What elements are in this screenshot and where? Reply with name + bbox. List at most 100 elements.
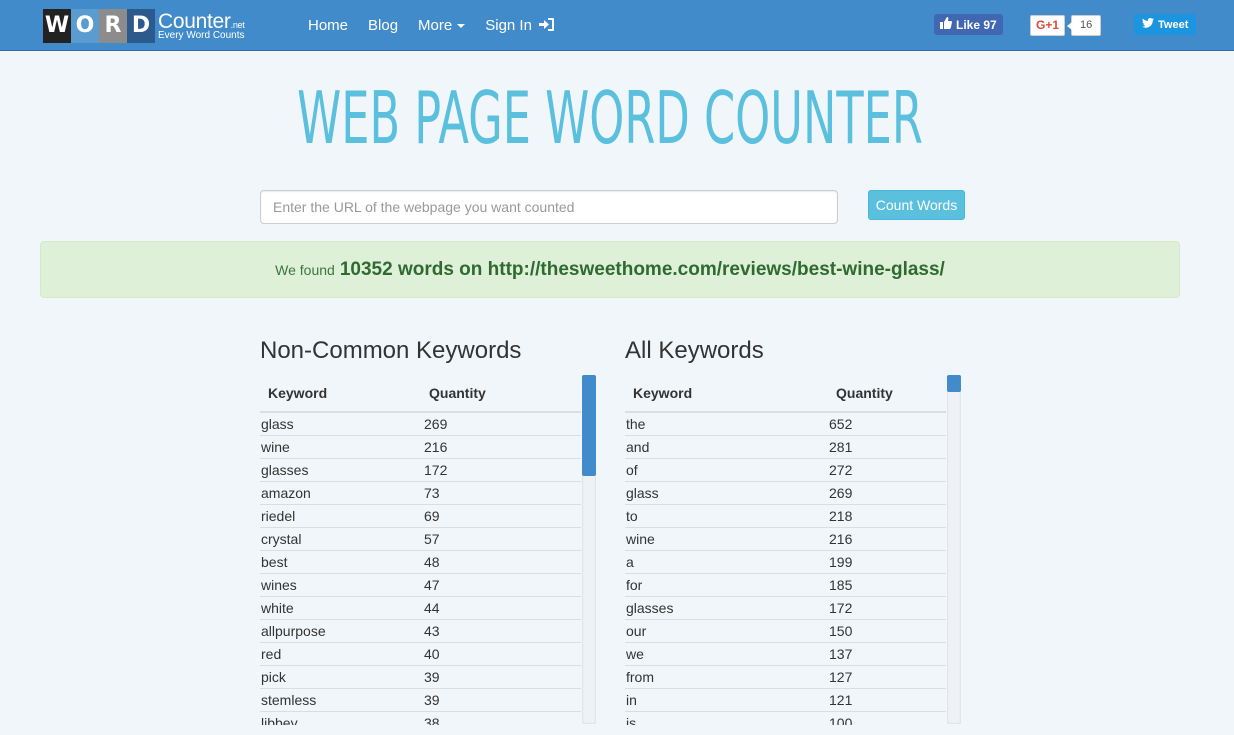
tweet-button[interactable]: Tweet bbox=[1134, 14, 1197, 35]
quantity-cell: 38 bbox=[423, 710, 581, 725]
all-keywords-table: Keyword Quantity the 652 and 281 of 272 glass 2… bbox=[625, 375, 946, 725]
scrollbar-thumb[interactable] bbox=[947, 375, 961, 392]
nav-home-label: Home bbox=[308, 17, 349, 34]
keyword-cell: pick bbox=[260, 664, 423, 688]
quantity-cell: 172 bbox=[828, 595, 946, 619]
table-row: glass 269 bbox=[625, 480, 946, 504]
column-header-quantity[interactable]: Quantity bbox=[423, 375, 581, 413]
table-row: is 100 bbox=[625, 710, 946, 725]
scrollbar[interactable] bbox=[582, 375, 596, 724]
facebook-like-button[interactable]: Like 97 bbox=[934, 14, 1003, 35]
keyword-cell: wine bbox=[260, 434, 423, 458]
non-common-keywords-scroll-area[interactable]: Keyword Quantity glass 269 wine 216 glasses 1… bbox=[260, 375, 596, 725]
facebook-like-label: Like 97 bbox=[956, 17, 997, 32]
logo-tld: .net bbox=[230, 19, 245, 30]
keyword-cell: allpurpose bbox=[260, 618, 423, 642]
keyword-cell: glass bbox=[260, 411, 423, 435]
logo-letter: D bbox=[127, 8, 155, 43]
google-plus-button[interactable]: G+1 16 bbox=[1030, 14, 1102, 36]
sign-in-icon bbox=[538, 17, 554, 34]
nav-home[interactable]: Home bbox=[308, 17, 348, 34]
table-row: and 281 bbox=[625, 434, 946, 458]
quantity-cell: 39 bbox=[423, 664, 581, 688]
non-common-keywords-panel: Non-Common Keywords Keyword Quantity gla… bbox=[260, 335, 596, 725]
keyword-cell: red bbox=[260, 641, 423, 665]
table-row: white 44 bbox=[260, 595, 581, 619]
nav-more-label: More bbox=[418, 17, 453, 34]
scrollbar[interactable] bbox=[947, 375, 961, 724]
keyword-cell: a bbox=[625, 549, 828, 573]
table-row: to 218 bbox=[625, 503, 946, 527]
logo-letter: W bbox=[43, 8, 71, 43]
keyword-cell: and bbox=[625, 434, 828, 458]
logo[interactable]: W O R D Counter.net Every Word Counts bbox=[43, 8, 245, 43]
table-header-row: Keyword Quantity bbox=[625, 375, 946, 413]
keyword-cell: wines bbox=[260, 572, 423, 596]
quantity-cell: 100 bbox=[828, 710, 946, 725]
quantity-cell: 216 bbox=[828, 526, 946, 550]
logo-tagline: Every Word Counts bbox=[158, 29, 245, 41]
keyword-cell: the bbox=[625, 411, 828, 435]
table-row: crystal 57 bbox=[260, 526, 581, 550]
keyword-cell: riedel bbox=[260, 503, 423, 527]
keyword-cell: crystal bbox=[260, 526, 423, 550]
google-plus-label: G+1 bbox=[1030, 14, 1066, 36]
result-alert: We found 10352 words on http://thesweeth… bbox=[40, 241, 1180, 298]
keyword-cell: to bbox=[625, 503, 828, 527]
keyword-cell: stemless bbox=[260, 687, 423, 711]
non-common-keywords-heading: Non-Common Keywords bbox=[260, 337, 522, 364]
keyword-cell: we bbox=[625, 641, 828, 665]
thumbs-up-icon bbox=[940, 17, 953, 32]
quantity-cell: 281 bbox=[828, 434, 946, 458]
table-row: the 652 bbox=[625, 411, 946, 435]
url-input[interactable] bbox=[260, 190, 838, 224]
quantity-cell: 121 bbox=[828, 687, 946, 711]
quantity-cell: 43 bbox=[423, 618, 581, 642]
table-row: libbey 38 bbox=[260, 710, 581, 725]
nav-sign-in-label: Sign In bbox=[485, 17, 532, 34]
table-row: red 40 bbox=[260, 641, 581, 665]
table-row: glass 269 bbox=[260, 411, 581, 435]
table-row: stemless 39 bbox=[260, 687, 581, 711]
table-row: in 121 bbox=[625, 687, 946, 711]
table-row: for 185 bbox=[625, 572, 946, 596]
nav-blog[interactable]: Blog bbox=[368, 17, 398, 34]
all-keywords-panel: All Keywords Keyword Quantity the 652 and 2… bbox=[625, 335, 961, 725]
table-row: a 199 bbox=[625, 549, 946, 573]
column-header-quantity[interactable]: Quantity bbox=[828, 375, 946, 413]
all-keywords-heading: All Keywords bbox=[625, 337, 764, 364]
table-row: best 48 bbox=[260, 549, 581, 573]
keyword-cell: glasses bbox=[625, 595, 828, 619]
nav-sign-in[interactable]: Sign In bbox=[485, 17, 554, 34]
table-row: wines 47 bbox=[260, 572, 581, 596]
keyword-cell: white bbox=[260, 595, 423, 619]
quantity-cell: 272 bbox=[828, 457, 946, 481]
logo-letter: R bbox=[99, 8, 127, 43]
scrollbar-thumb[interactable] bbox=[582, 375, 596, 476]
non-common-keywords-table: Keyword Quantity glass 269 wine 216 glasses 1… bbox=[260, 375, 581, 725]
keyword-cell: amazon bbox=[260, 480, 423, 504]
nav-blog-label: Blog bbox=[368, 17, 399, 34]
table-row: from 127 bbox=[625, 664, 946, 688]
table-row: glasses 172 bbox=[625, 595, 946, 619]
column-header-keyword[interactable]: Keyword bbox=[260, 375, 423, 413]
result-summary: 10352 words on http://thesweethome.com/r… bbox=[339, 258, 945, 280]
column-header-keyword[interactable]: Keyword bbox=[625, 375, 828, 413]
quantity-cell: 57 bbox=[423, 526, 581, 550]
count-words-button[interactable]: Count Words bbox=[868, 190, 965, 220]
all-keywords-scroll-area[interactable]: Keyword Quantity the 652 and 281 of 272 glass 2… bbox=[625, 375, 961, 725]
quantity-cell: 172 bbox=[423, 457, 581, 481]
quantity-cell: 44 bbox=[423, 595, 581, 619]
nav-more-dropdown[interactable]: More bbox=[418, 17, 466, 34]
table-row: of 272 bbox=[625, 457, 946, 481]
quantity-cell: 150 bbox=[828, 618, 946, 642]
keyword-cell: from bbox=[625, 664, 828, 688]
table-row: glasses 172 bbox=[260, 457, 581, 481]
table-row: we 137 bbox=[625, 641, 946, 665]
keyword-cell: in bbox=[625, 687, 828, 711]
tweet-label: Tweet bbox=[1158, 18, 1189, 31]
quantity-cell: 48 bbox=[423, 549, 581, 573]
keyword-cell: best bbox=[260, 549, 423, 573]
table-header-row: Keyword Quantity bbox=[260, 375, 581, 413]
navbar: W O R D Counter.net Every Word Counts Ho… bbox=[0, 0, 1234, 51]
